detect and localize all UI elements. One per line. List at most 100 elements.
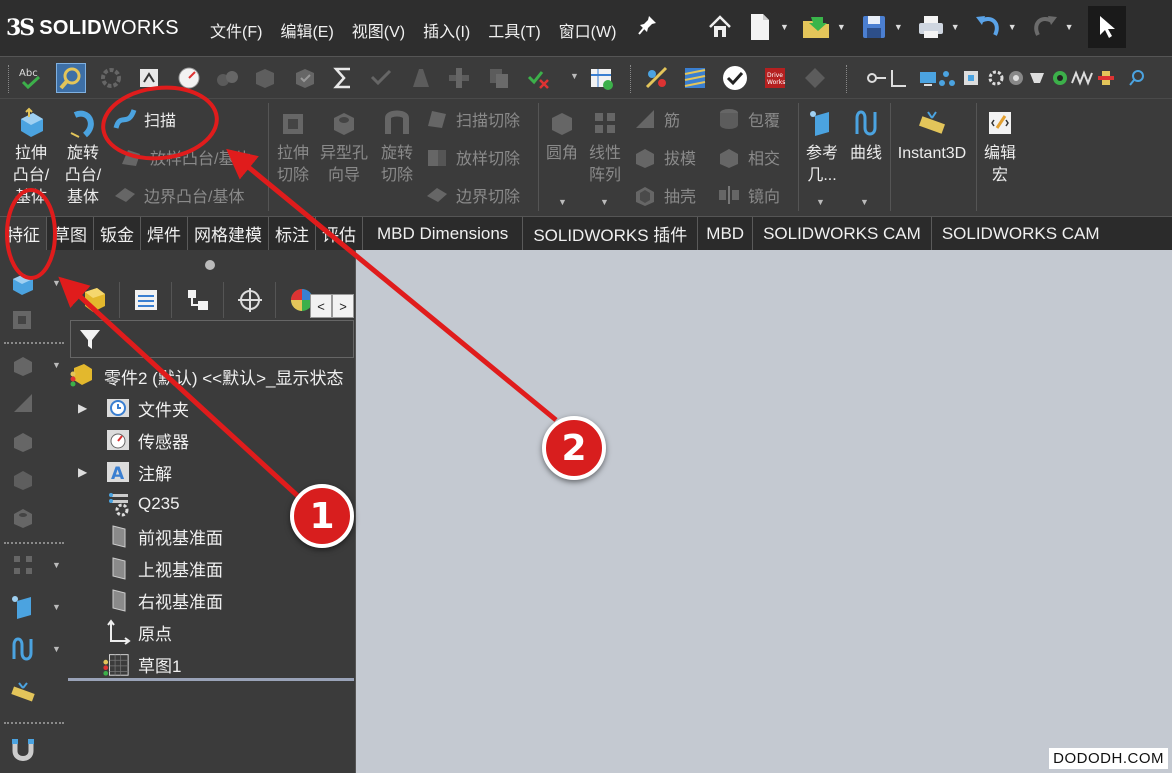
redo-icon[interactable]: [1025, 6, 1065, 48]
loft-boss-button[interactable]: 放样凸台/基体: [118, 139, 250, 175]
chevron-down-icon[interactable]: ▼: [1008, 22, 1017, 32]
shell-button[interactable]: 抽壳: [632, 177, 696, 213]
spell-check-icon[interactable]: Abc: [16, 63, 46, 93]
loft-cut-button[interactable]: 放样切除: [424, 139, 520, 175]
expand-arrow-icon[interactable]: ▶: [78, 465, 90, 479]
chevron-down-icon[interactable]: ▼: [558, 197, 567, 207]
draft-button[interactable]: 拔模: [632, 139, 696, 175]
menu-tools[interactable]: 工具(T): [488, 18, 540, 42]
curves-icon[interactable]: [8, 634, 38, 664]
curves-button[interactable]: 曲线: [846, 105, 886, 165]
tree-item-annotations[interactable]: ▶ A 注解: [68, 456, 356, 488]
tree-item-sketch1[interactable]: 草图1: [68, 648, 356, 680]
chevron-down-icon[interactable]: ▼: [816, 197, 825, 207]
rollback-bar[interactable]: [68, 678, 354, 681]
menu-edit[interactable]: 编辑(E): [280, 18, 333, 42]
menu-window[interactable]: 窗口(W): [559, 18, 617, 42]
reference-geometry-button[interactable]: 参考 几...: [802, 105, 842, 187]
chevron-down-icon[interactable]: ▼: [52, 278, 61, 288]
chevron-down-icon[interactable]: ▼: [780, 22, 789, 32]
chevron-down-icon[interactable]: ▼: [570, 71, 579, 81]
tab-mbd-dimensions[interactable]: MBD Dimensions: [363, 217, 524, 250]
expand-arrow-icon[interactable]: ▶: [78, 401, 90, 415]
driveworks-icon[interactable]: Drive Works: [760, 63, 790, 93]
sweep-button[interactable]: 扫描: [112, 101, 176, 137]
sweep-cut-button[interactable]: 扫描切除: [424, 101, 520, 137]
shell-icon[interactable]: [8, 426, 38, 456]
chevron-down-icon[interactable]: ▼: [52, 360, 61, 370]
chevron-right-icon[interactable]: >: [332, 294, 354, 318]
boundary-cut-button[interactable]: 边界切除: [424, 177, 520, 213]
print-icon[interactable]: [911, 6, 951, 48]
tab-mesh-modeling[interactable]: 网格建模: [188, 217, 269, 250]
rib-icon[interactable]: [8, 388, 38, 418]
menu-insert[interactable]: 插入(I): [423, 18, 470, 42]
panel-grip-handle[interactable]: [205, 260, 215, 270]
table-icon[interactable]: [586, 63, 616, 93]
chevron-down-icon[interactable]: ▼: [52, 602, 61, 612]
sum-icon[interactable]: [328, 63, 358, 93]
zoom-search-icon[interactable]: [56, 63, 86, 93]
check-interference-icon[interactable]: [524, 63, 554, 93]
new-document-icon[interactable]: [740, 6, 780, 48]
chevron-down-icon[interactable]: ▼: [951, 22, 960, 32]
reference-geometry-icon[interactable]: [8, 592, 38, 622]
tab-sketch[interactable]: 草图: [47, 217, 94, 250]
chevron-down-icon[interactable]: ▼: [600, 197, 609, 207]
revolve-cut-button[interactable]: 旋转 切除: [376, 105, 418, 187]
design-check-icon[interactable]: [720, 63, 750, 93]
tree-item-history[interactable]: ▶ 文件夹: [68, 392, 356, 424]
boundary-boss-button[interactable]: 边界凸台/基体: [112, 177, 244, 213]
instant3d-button[interactable]: Instant3D: [894, 105, 970, 165]
save-icon[interactable]: [854, 6, 894, 48]
fillet-icon[interactable]: [8, 350, 38, 380]
revolve-boss-button[interactable]: 旋转 凸台/ 基体: [60, 105, 106, 209]
linear-pattern-button[interactable]: 线性 阵列: [584, 105, 626, 187]
chevron-down-icon[interactable]: ▼: [52, 560, 61, 570]
chevron-left-icon[interactable]: <: [310, 294, 332, 318]
tab-weldments[interactable]: 焊件: [141, 217, 188, 250]
analysis-icon[interactable]: [642, 63, 672, 93]
extrude-boss-button[interactable]: 拉伸 凸台/ 基体: [8, 105, 54, 209]
pin-menu-icon[interactable]: [638, 14, 658, 41]
hole-wizard-button[interactable]: 异型孔 向导: [316, 105, 372, 187]
tree-root-part[interactable]: 零件2 (默认) <<默认>_显示状态: [68, 360, 356, 392]
tab-features[interactable]: 特征: [0, 217, 47, 250]
wrap-button[interactable]: 包覆: [716, 101, 780, 137]
chevron-down-icon[interactable]: ▼: [837, 22, 846, 32]
fillet-button[interactable]: 圆角: [542, 105, 582, 165]
extrude-boss-icon[interactable]: [8, 268, 38, 298]
intersect-button[interactable]: 相交: [716, 139, 780, 175]
mirror-button[interactable]: 镜向: [716, 177, 780, 213]
configuration-manager-tab-icon[interactable]: [172, 282, 224, 318]
tree-item-top-plane[interactable]: 上视基准面: [68, 552, 356, 584]
chevron-down-icon[interactable]: ▼: [52, 644, 61, 654]
home-icon[interactable]: [700, 6, 740, 48]
tab-mbd[interactable]: MBD: [698, 217, 754, 250]
hole-wizard-icon[interactable]: [8, 502, 38, 532]
tab-sheet-metal[interactable]: 钣金: [94, 217, 141, 250]
rib-button[interactable]: 筋: [632, 101, 680, 137]
instant3d-icon[interactable]: [8, 678, 38, 708]
chevron-down-icon[interactable]: ▼: [894, 22, 903, 32]
extrude-cut-icon[interactable]: [8, 304, 38, 334]
gauge-icon[interactable]: [174, 63, 204, 93]
menu-file[interactable]: 文件(F): [210, 18, 262, 42]
chevron-down-icon[interactable]: ▼: [860, 197, 869, 207]
tree-item-right-plane[interactable]: 右视基准面: [68, 584, 356, 616]
menu-view[interactable]: 视图(V): [352, 18, 405, 42]
feature-tree-tab-icon[interactable]: [68, 282, 120, 318]
draft-icon[interactable]: [8, 464, 38, 494]
tree-item-origin[interactable]: 原点: [68, 616, 356, 648]
extrude-cut-button[interactable]: 拉伸 切除: [272, 105, 314, 187]
edit-macro-button[interactable]: 编辑 宏: [980, 105, 1020, 187]
zebra-stripes-icon[interactable]: [680, 63, 710, 93]
chevron-down-icon[interactable]: ▼: [1065, 22, 1074, 32]
tree-item-sensors[interactable]: 传感器: [68, 424, 356, 456]
select-pointer-icon[interactable]: [1087, 6, 1126, 48]
tab-evaluate[interactable]: 评估: [316, 217, 363, 250]
tab-solidworks-cam-tbs[interactable]: SOLIDWORKS CAM: [932, 217, 1110, 250]
dimxpert-tab-icon[interactable]: [224, 282, 276, 318]
property-manager-tab-icon[interactable]: [120, 282, 172, 318]
tree-filter[interactable]: [70, 320, 354, 358]
